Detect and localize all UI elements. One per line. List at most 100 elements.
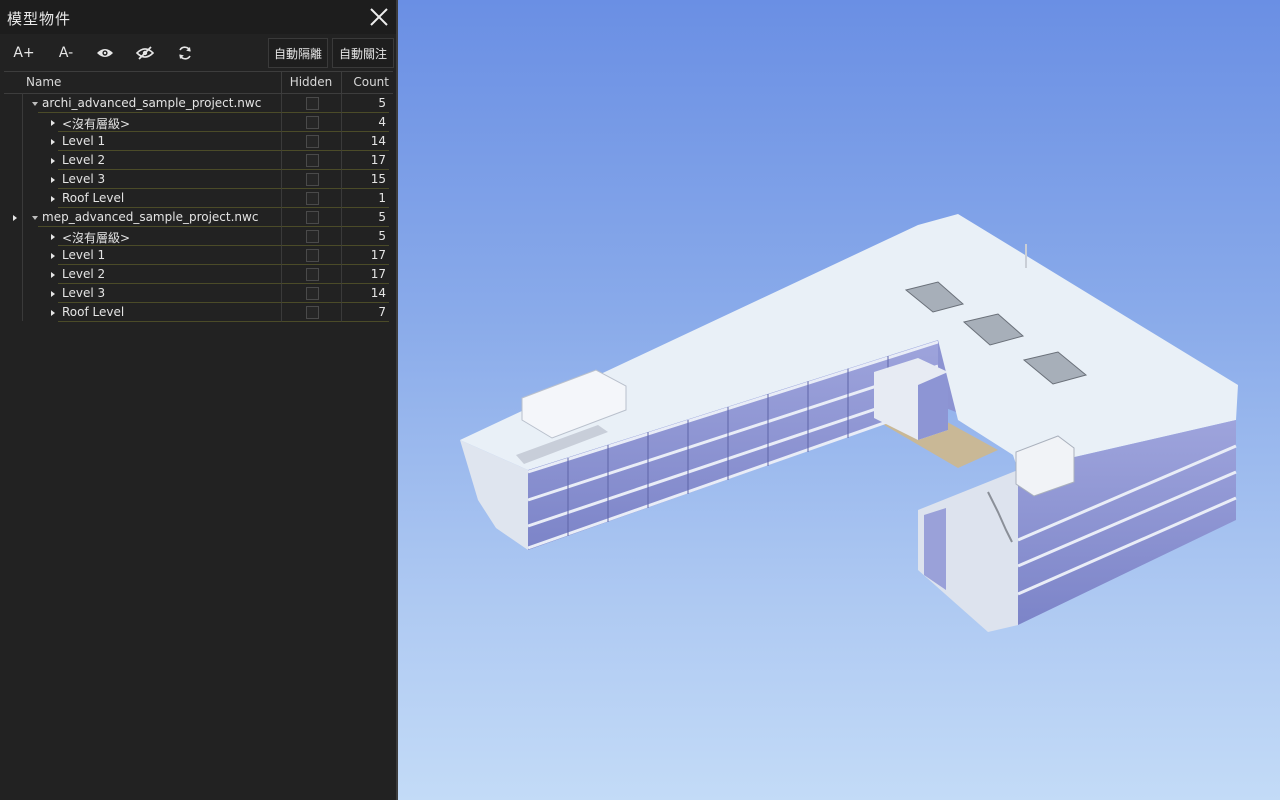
tree-row-level[interactable]: Roof Level 1 [4, 189, 393, 208]
hidden-checkbox[interactable] [306, 211, 319, 224]
hidden-checkbox[interactable] [306, 192, 319, 205]
3d-viewport[interactable] [398, 0, 1280, 800]
row-name: Level 1 [62, 248, 106, 262]
caret-right-icon[interactable] [48, 117, 58, 127]
hidden-checkbox[interactable] [306, 135, 319, 148]
model-tree-grid: Name Hidden Count archi_advanced_sample_… [4, 71, 393, 322]
hidden-checkbox[interactable] [306, 249, 319, 262]
cell-hidden [282, 265, 342, 284]
model-objects-panel: 模型物件 A+ A- 自動隔離 自動關注 Name Hidden Count a… [0, 0, 396, 800]
font-decrease-label: A- [58, 45, 74, 61]
cell-count: 17 [342, 246, 389, 265]
row-count: 14 [370, 134, 386, 148]
hidden-checkbox[interactable] [306, 268, 319, 281]
caret-right-icon[interactable] [10, 212, 20, 222]
cell-hidden [282, 189, 342, 208]
cell-name: Level 3 [58, 284, 282, 303]
cell-hidden [282, 246, 342, 265]
caret-right-icon[interactable] [48, 155, 58, 165]
grid-body: archi_advanced_sample_project.nwc 5 <沒有層級>… [4, 94, 393, 322]
panel-title: 模型物件 [7, 10, 72, 28]
hide-all-button[interactable] [127, 38, 163, 68]
row-name: Level 3 [62, 172, 106, 186]
cell-count: 5 [342, 94, 389, 113]
tree-row-level[interactable]: Level 2 17 [4, 151, 393, 170]
column-header-hidden[interactable]: Hidden [282, 75, 340, 89]
hidden-checkbox[interactable] [306, 173, 319, 186]
row-count: 17 [370, 267, 386, 281]
row-count: 17 [370, 153, 386, 167]
row-name: Level 2 [62, 153, 106, 167]
row-name: Roof Level [62, 305, 125, 319]
cell-count: 4 [342, 113, 389, 132]
tree-row-level[interactable]: Roof Level 7 [4, 303, 393, 322]
row-name: Level 2 [62, 267, 106, 281]
tree-row-level[interactable]: Level 1 14 [4, 132, 393, 151]
tree-row-level[interactable]: Level 3 14 [4, 284, 393, 303]
row-name: <沒有層級> [62, 117, 131, 131]
cell-count: 7 [342, 303, 389, 322]
row-name: Level 3 [62, 286, 106, 300]
tree-row-model[interactable]: mep_advanced_sample_project.nwc 5 [4, 208, 393, 227]
show-all-button[interactable] [87, 38, 123, 68]
hidden-checkbox[interactable] [306, 97, 319, 110]
auto-isolate-label: 自動隔離 [273, 46, 322, 61]
cell-hidden [282, 151, 342, 170]
caret-right-icon[interactable] [48, 231, 58, 241]
hidden-checkbox[interactable] [306, 230, 319, 243]
cell-name: mep_advanced_sample_project.nwc [38, 208, 282, 227]
row-name: Roof Level [62, 191, 125, 205]
cell-name: <沒有層級> [58, 113, 282, 132]
refresh-button[interactable] [167, 38, 203, 68]
hidden-checkbox[interactable] [306, 306, 319, 319]
cell-hidden [282, 113, 342, 132]
auto-isolate-button[interactable]: 自動隔離 [268, 38, 328, 68]
close-icon [370, 8, 388, 26]
tree-row-level[interactable]: Level 2 17 [4, 265, 393, 284]
building-model[interactable] [398, 0, 1280, 800]
caret-right-icon[interactable] [48, 136, 58, 146]
row-name: archi_advanced_sample_project.nwc [42, 96, 262, 110]
row-name: <沒有層級> [62, 231, 131, 245]
hidden-checkbox[interactable] [306, 287, 319, 300]
cell-name: Roof Level [58, 189, 282, 208]
cell-count: 5 [342, 208, 389, 227]
cell-hidden [282, 132, 342, 151]
tree-row-level[interactable]: Level 3 15 [4, 170, 393, 189]
cell-name: Roof Level [58, 303, 282, 322]
eye-slash-icon [136, 46, 154, 60]
cell-hidden [282, 303, 342, 322]
cell-name: Level 1 [58, 132, 282, 151]
tree-guide-line [22, 93, 23, 321]
cell-hidden [282, 94, 342, 113]
cell-count: 14 [342, 132, 389, 151]
row-count: 5 [378, 210, 386, 224]
row-count: 5 [378, 96, 386, 110]
tree-row-level[interactable]: Level 1 17 [4, 246, 393, 265]
tree-row-level[interactable]: <沒有層級> 5 [4, 227, 393, 246]
cell-name: Level 1 [58, 246, 282, 265]
auto-focus-label: 自動關注 [338, 46, 387, 61]
caret-right-icon[interactable] [48, 250, 58, 260]
column-header-name[interactable]: Name [26, 75, 61, 89]
close-button[interactable] [366, 4, 392, 30]
caret-right-icon[interactable] [48, 174, 58, 184]
hidden-checkbox[interactable] [306, 116, 319, 129]
hidden-checkbox[interactable] [306, 154, 319, 167]
column-header-count[interactable]: Count [342, 75, 389, 89]
font-increase-button[interactable]: A+ [6, 38, 42, 68]
cell-hidden [282, 170, 342, 189]
cell-count: 5 [342, 227, 389, 246]
caret-right-icon[interactable] [48, 307, 58, 317]
caret-right-icon[interactable] [48, 288, 58, 298]
cell-count: 15 [342, 170, 389, 189]
font-decrease-button[interactable]: A- [48, 38, 84, 68]
cell-hidden [282, 227, 342, 246]
auto-focus-button[interactable]: 自動關注 [332, 38, 394, 68]
caret-right-icon[interactable] [48, 269, 58, 279]
grid-header: Name Hidden Count [4, 71, 393, 94]
tree-row-model[interactable]: archi_advanced_sample_project.nwc 5 [4, 94, 393, 113]
tree-row-level[interactable]: <沒有層級> 4 [4, 113, 393, 132]
caret-right-icon[interactable] [48, 193, 58, 203]
row-count: 4 [378, 115, 386, 129]
